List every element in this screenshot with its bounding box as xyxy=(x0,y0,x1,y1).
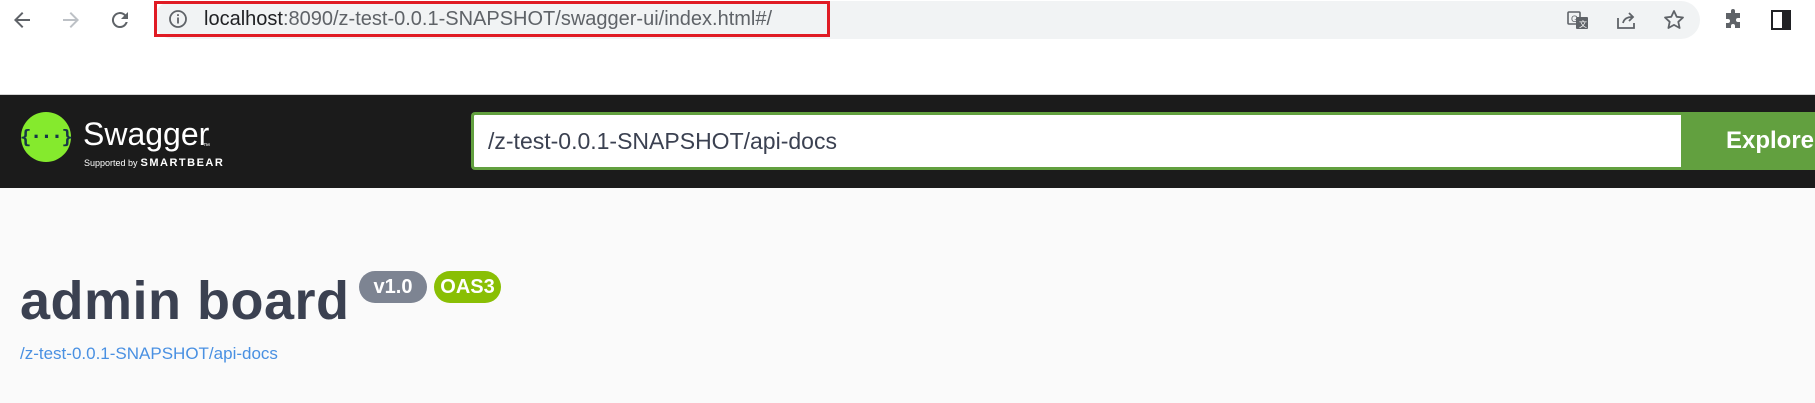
swagger-logo-text[interactable]: Swagger xyxy=(83,117,209,151)
side-panel-icon[interactable] xyxy=(1767,6,1795,34)
url-highlight-box xyxy=(154,1,830,37)
swagger-logo-icon[interactable]: {···} xyxy=(19,112,73,162)
swagger-topbar: {···} Swagger ™ Supported bySMARTBEAR Ex… xyxy=(0,95,1815,188)
smartbear-text: SMARTBEAR xyxy=(140,157,225,169)
forward-arrow-icon[interactable] xyxy=(55,4,87,36)
explore-button[interactable]: Explore xyxy=(1681,112,1815,170)
api-title: admin board xyxy=(20,271,350,331)
back-arrow-icon[interactable] xyxy=(6,4,38,36)
spec-url-input[interactable] xyxy=(471,112,1681,170)
version-badge: v1.0 xyxy=(359,271,427,303)
browser-toolbar: localhost:8090/z-test-0.0.1-SNAPSHOT/swa… xyxy=(0,0,1815,40)
translate-icon[interactable]: G文 xyxy=(1564,6,1592,34)
logo-symbol: {···} xyxy=(19,126,73,148)
oas-badge: OAS3 xyxy=(434,271,501,303)
svg-text:文: 文 xyxy=(1579,19,1587,29)
puzzle-icon[interactable] xyxy=(1720,6,1748,34)
supported-by-text: Supported by xyxy=(84,158,138,168)
star-icon[interactable] xyxy=(1660,6,1688,34)
api-docs-link[interactable]: /z-test-0.0.1-SNAPSHOT/api-docs xyxy=(20,344,278,364)
info-section: admin board v1.0 OAS3 /z-test-0.0.1-SNAP… xyxy=(0,188,1815,403)
reload-icon[interactable] xyxy=(104,4,136,36)
trademark-mark: ™ xyxy=(203,143,210,150)
share-icon[interactable] xyxy=(1612,6,1640,34)
supported-by-label: Supported by SMARTBEAR xyxy=(84,157,224,169)
